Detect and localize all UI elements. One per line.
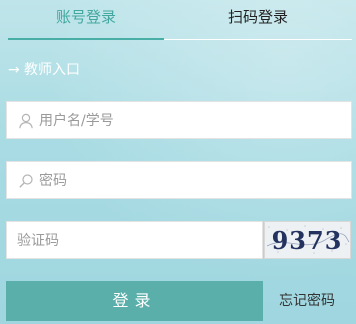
teacher-entry-link[interactable]: → 教师入口 <box>8 60 80 80</box>
username-input[interactable] <box>37 102 341 140</box>
captcha-text: 9373 <box>272 226 343 255</box>
user-icon <box>19 113 33 129</box>
captcha-image[interactable]: 9373 <box>264 221 351 259</box>
teacher-entry-label: 教师入口 <box>24 62 80 78</box>
password-field[interactable] <box>6 161 352 200</box>
arrow-right-icon: → <box>8 62 20 78</box>
tab-account-login[interactable]: 账号登录 <box>8 0 164 40</box>
username-field[interactable] <box>6 101 352 140</box>
tab-qrcode-login[interactable]: 扫码登录 <box>164 0 352 40</box>
password-input[interactable] <box>37 162 341 200</box>
search-icon <box>19 174 33 188</box>
login-button[interactable]: 登录 <box>6 281 263 321</box>
login-tabs: 账号登录 扫码登录 <box>8 0 352 40</box>
captcha-input[interactable] <box>15 222 259 260</box>
forgot-password-link[interactable]: 忘记密码 <box>279 291 335 311</box>
captcha-field[interactable] <box>6 221 263 260</box>
